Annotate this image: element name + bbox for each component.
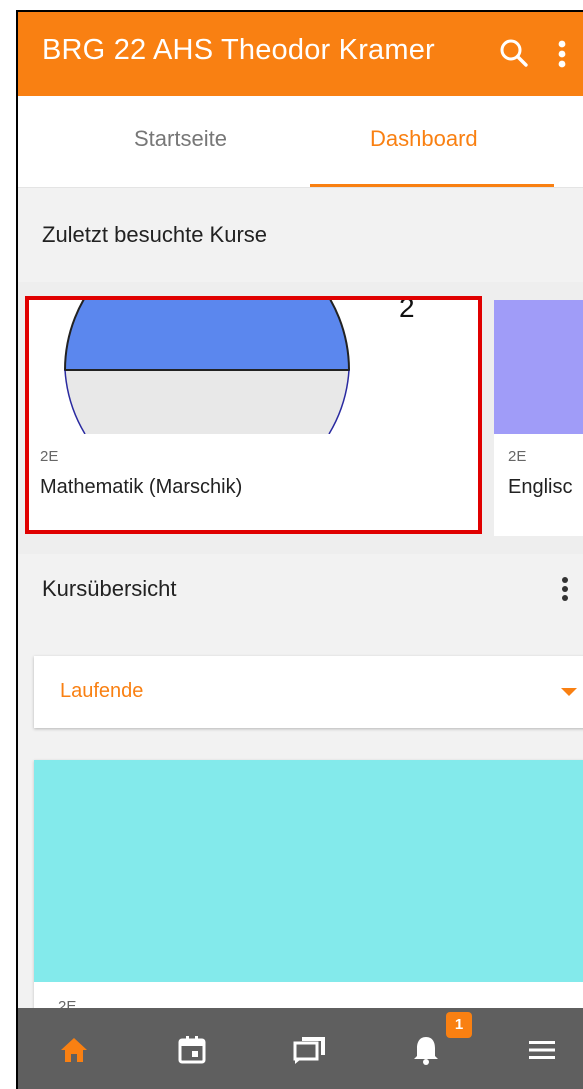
course-card-overview[interactable]: 2E [34, 760, 583, 1020]
calendar-icon[interactable] [170, 1028, 214, 1072]
search-icon[interactable] [496, 36, 532, 72]
course-category: 2E [508, 448, 527, 465]
recent-courses-heading: Zuletzt besuchte Kurse [42, 222, 268, 247]
app-bar: BRG 22 AHS Theodor Kramer [18, 12, 583, 96]
menu-icon[interactable] [520, 1028, 564, 1072]
app-frame: BRG 22 AHS Theodor Kramer Startseite Das… [16, 10, 583, 1089]
active-tab-indicator [310, 184, 554, 187]
course-category: 2E [40, 448, 59, 465]
more-vertical-icon[interactable] [548, 34, 576, 74]
course-image-label: 2 [399, 300, 415, 323]
notifications-icon[interactable] [404, 1028, 448, 1072]
bottom-navigation: 1 [18, 1008, 583, 1089]
more-vertical-icon[interactable] [552, 572, 578, 608]
tab-startseite[interactable]: Startseite [134, 126, 227, 152]
notification-count-badge: 1 [446, 1012, 472, 1038]
course-card-englisch[interactable]: 2E Englisc [494, 300, 583, 536]
tab-bar: Startseite Dashboard [18, 96, 583, 188]
course-image [34, 760, 583, 982]
tab-dashboard[interactable]: Dashboard [370, 126, 478, 152]
course-filter-dropdown[interactable]: Laufende [34, 656, 583, 728]
messages-icon[interactable] [288, 1028, 332, 1072]
course-name[interactable]: Mathematik (Marschik) [40, 476, 242, 499]
course-image [494, 300, 583, 434]
course-card-mathematik[interactable]: 2 2E Mathematik (Marschik) [29, 300, 478, 530]
filter-selected-value: Laufende [60, 680, 144, 702]
course-image: 2 [29, 300, 478, 434]
site-title: BRG 22 AHS Theodor Kramer [42, 34, 435, 66]
home-icon[interactable] [52, 1028, 96, 1072]
caret-down-icon [561, 688, 577, 696]
course-name[interactable]: Englisc [508, 476, 572, 499]
course-overview-heading: Kursübersicht [42, 576, 177, 601]
